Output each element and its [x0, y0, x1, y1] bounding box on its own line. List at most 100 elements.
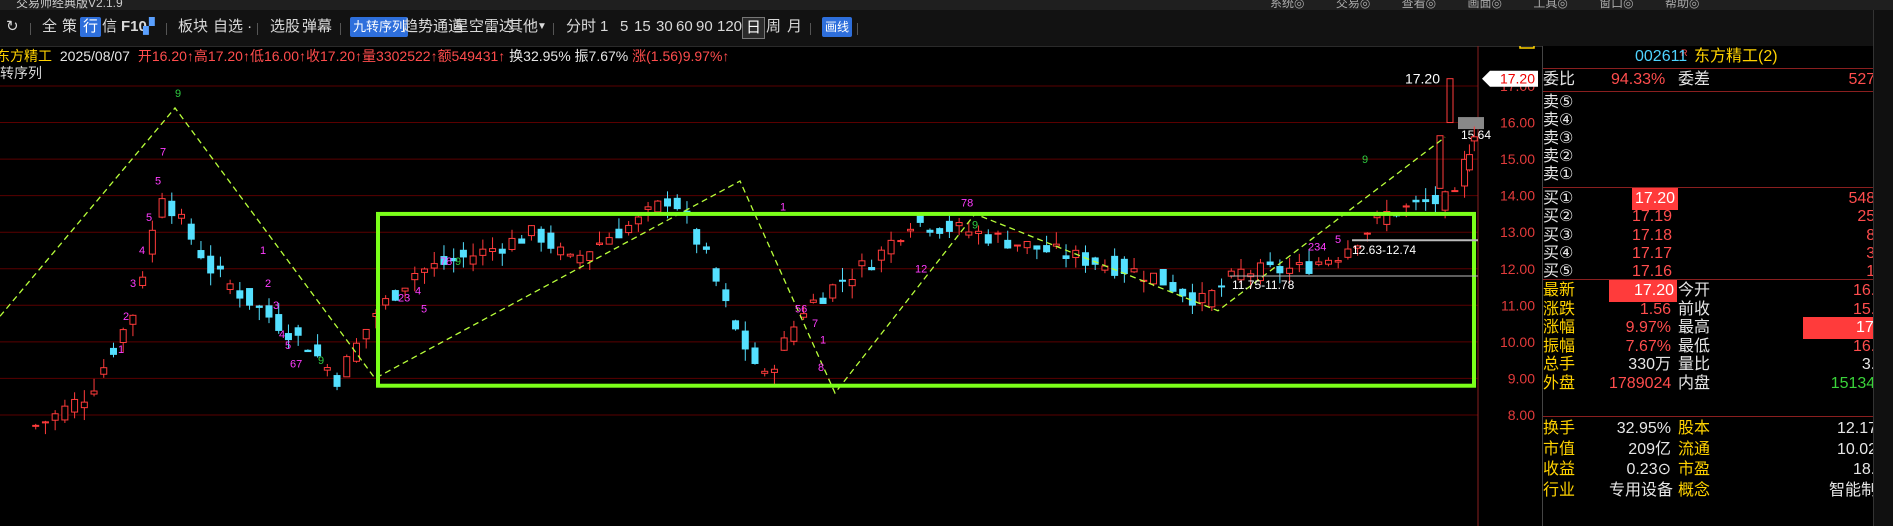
y-tick-label: 8.00 — [1508, 407, 1535, 423]
menu-screen[interactable]: 画面◎ — [1467, 0, 1501, 10]
ask-1[interactable]: 卖① — [1543, 164, 1893, 186]
axis-corner-box — [1519, 46, 1535, 49]
candle-body — [595, 242, 603, 245]
sequence-count: 1 — [118, 344, 124, 356]
stat-row[interactable]: 行业 专用设备 概念 智能制造 — [1543, 480, 1893, 502]
right-drawing-toolbar[interactable] — [1873, 10, 1893, 526]
sequence-count: 7 — [812, 318, 818, 330]
candle-body — [1465, 154, 1473, 171]
candle-body — [1402, 205, 1410, 208]
weicha-label: 委差 — [1678, 71, 1711, 88]
candle-body — [90, 390, 98, 395]
sequence-count: 1 — [780, 201, 786, 213]
tb-bullet[interactable]: 弹幕 — [302, 17, 332, 37]
tb-draw-line[interactable]: 画线 — [822, 17, 853, 37]
tb-stock-picker[interactable]: 选股 — [270, 17, 300, 37]
candle-body — [790, 326, 798, 342]
tb-info[interactable]: 信 — [102, 17, 117, 37]
candle-body — [71, 398, 79, 413]
tb-90m[interactable]: 90 — [696, 17, 713, 37]
tb-strategy[interactable]: 策 — [62, 17, 77, 37]
candle-body — [459, 249, 467, 258]
candle-body — [518, 238, 526, 244]
candle-body — [1412, 199, 1420, 203]
candle-body — [887, 239, 895, 255]
candle-body — [557, 246, 565, 256]
tb-60m[interactable]: 60 — [676, 17, 693, 37]
tb-120m[interactable]: 120 — [717, 17, 742, 37]
layout-icon[interactable]: ▞ — [143, 17, 155, 37]
candle-body — [673, 197, 681, 210]
menu-help[interactable]: 帮助◎ — [1665, 0, 1699, 10]
candle-body — [751, 347, 759, 364]
candle-body — [430, 263, 438, 269]
tb-star-radar[interactable]: 星空雷达 — [454, 17, 514, 37]
candle-body — [1120, 258, 1128, 274]
candle-body — [702, 246, 710, 250]
tb-daily[interactable]: 日 — [742, 17, 766, 39]
stat-row[interactable]: 市值 209亿 流通 10.02亿 — [1543, 439, 1893, 461]
candle-body — [333, 375, 341, 387]
chevron-down-icon[interactable]: ▼ — [537, 17, 547, 37]
y-tick-label: 16.00 — [1500, 115, 1535, 131]
kline-chart[interactable]: 17.0016.0015.0014.0013.0012.0011.0010.00… — [0, 46, 1542, 526]
candle-body — [965, 231, 973, 236]
menu-trade[interactable]: 交易◎ — [1336, 0, 1370, 10]
candle-body — [421, 268, 429, 273]
candle-body — [576, 254, 584, 264]
stat-label: 外盘 — [1543, 375, 1576, 392]
stat-row[interactable]: 外盘 1789024 内盘 1513497 — [1543, 373, 1893, 395]
tb-intraday[interactable]: 分时 — [566, 17, 596, 37]
candle-body — [294, 327, 302, 336]
panel-code: 002611 — [1635, 48, 1688, 65]
candle-body — [489, 248, 497, 252]
stat-row[interactable]: 换手 32.95% 股本 12.17亿 — [1543, 418, 1893, 440]
tb-15m[interactable]: 15 — [634, 17, 651, 37]
candle-body — [625, 224, 633, 234]
tb-nine-turn[interactable]: 九转序列 — [350, 17, 409, 37]
candle-body — [265, 305, 273, 318]
candle-body — [877, 249, 885, 261]
refresh-icon[interactable]: ↻ — [6, 17, 19, 37]
menu-view[interactable]: 查看◎ — [1402, 0, 1436, 10]
sequence-count: 9 — [455, 256, 461, 268]
candle-body — [975, 230, 983, 234]
stat-label: 行业 — [1543, 481, 1576, 499]
candle-body — [1004, 239, 1012, 249]
menu-tools[interactable]: 工具◎ — [1533, 0, 1567, 10]
candle-body — [1422, 199, 1430, 203]
tb-monthly[interactable]: 月 — [787, 17, 802, 37]
app-title: 交易师经典版V2.1.9 — [16, 0, 123, 10]
sequence-count: 234 — [1308, 241, 1326, 253]
y-tick-label: 11.00 — [1501, 297, 1535, 313]
candle-body — [809, 299, 817, 303]
tb-quote[interactable]: 行 — [80, 17, 102, 37]
tb-sector[interactable]: 板块 — [178, 17, 208, 37]
quote-panel: R 002611 东方精工(2) 委比 94.33% 委差 52795 卖⑤ 卖… — [1542, 46, 1893, 526]
tb-5m[interactable]: 5 — [620, 17, 628, 37]
sequence-count: 7 — [160, 146, 166, 158]
tb-30m[interactable]: 30 — [656, 17, 673, 37]
stat-row[interactable]: 收益0.23⊙市盈18.99 — [1543, 459, 1893, 481]
title-bar: 交易师经典版V2.1.9 系统◎ 交易◎ 查看◎ 画面◎ 工具◎ 窗口◎ 帮助◎ — [0, 0, 1893, 10]
stat-label: 收益 — [1543, 461, 1576, 478]
tb-watchlist[interactable]: 自选 · — [213, 17, 252, 37]
tb-weekly[interactable]: 周 — [766, 17, 781, 37]
candle-body — [868, 267, 876, 271]
sequence-count: 3 — [273, 300, 279, 312]
sequence-count: 4 — [139, 245, 145, 257]
sequence-count: 9 — [175, 88, 181, 100]
candle-body — [1150, 272, 1158, 285]
tb-all[interactable]: 全 — [42, 17, 57, 37]
stat-label: 市值 — [1543, 440, 1576, 458]
stat-value: 1789024 — [1609, 375, 1672, 392]
candle-body — [352, 342, 360, 362]
tb-other[interactable]: 其他 — [508, 17, 538, 37]
candle-body — [80, 401, 88, 409]
candle-body — [148, 229, 156, 255]
candle-body — [537, 228, 545, 243]
menu-window[interactable]: 窗口◎ — [1599, 0, 1633, 10]
stat-label: 内盘 — [1678, 375, 1711, 392]
tb-1m[interactable]: 1 — [600, 17, 608, 37]
menu-system[interactable]: 系统◎ — [1270, 0, 1304, 10]
